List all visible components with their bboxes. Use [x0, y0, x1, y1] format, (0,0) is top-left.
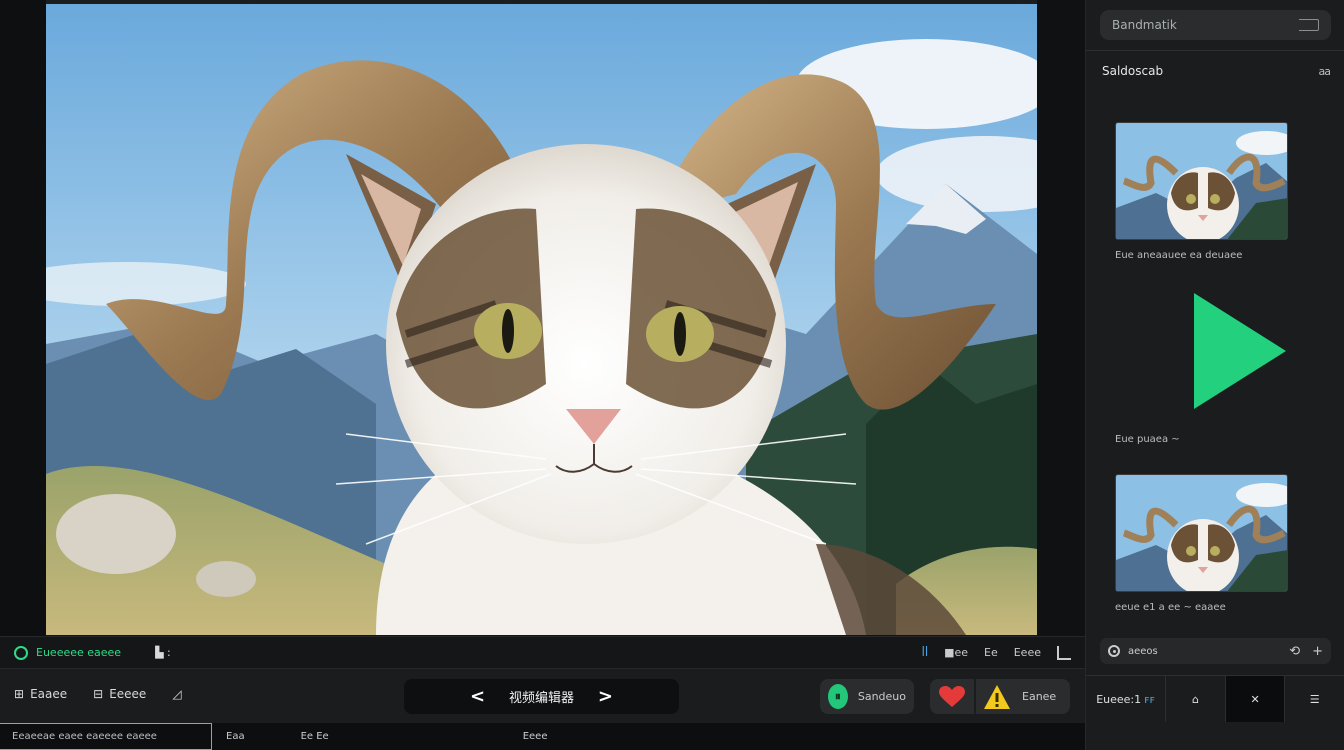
tab-home-icon[interactable]: ⌂ — [1166, 676, 1226, 722]
warning-button[interactable]: Eanee — [976, 679, 1070, 714]
timeline-item[interactable]: Eaa — [226, 731, 245, 742]
media-sidebar: Bandmatik Saldoscab aa Eue aneaauee ea d… — [1085, 0, 1344, 750]
toolbar-item-1[interactable]: ⊞ Eaaee — [14, 687, 67, 701]
tab-first-label: Eueee:1 — [1096, 692, 1142, 706]
status-ring-icon — [14, 645, 28, 660]
thumbnail-caption: eeue e1 a ee ~ eaaee — [1115, 602, 1226, 613]
timeline-items: Eaa Ee Ee Eeee — [226, 723, 603, 750]
render-button-label: Sandeuo — [857, 690, 906, 703]
status-right-tools: ꟾꟾ ■ee Ee Eeee — [922, 645, 1071, 660]
warning-button-label: Eanee — [1022, 690, 1057, 703]
corner-icon[interactable] — [1057, 645, 1071, 660]
toolbar-item-2[interactable]: ⊟ Eeeee — [93, 687, 146, 701]
tab-first[interactable]: Eueee:1 ꜰꜰ — [1086, 676, 1167, 722]
plus-icon[interactable]: + — [1312, 644, 1323, 659]
warning-icon — [984, 684, 1010, 709]
sidebar-section-action[interactable]: aa — [1319, 65, 1332, 78]
status-bar: Eueeeee eaeee ▙ : ꟾꟾ ■ee Ee Eeee — [0, 636, 1085, 668]
sidebar-search[interactable]: Bandmatik — [1100, 10, 1331, 40]
tab-list-icon[interactable]: ☰ — [1285, 676, 1344, 722]
right-gutter — [1037, 0, 1085, 636]
media-thumbnail-1[interactable] — [1115, 122, 1288, 240]
toolbar-item-3[interactable]: ◿ — [172, 687, 187, 701]
sidebar-bottom-label: aeeos — [1128, 645, 1158, 657]
toolbar-item-1-label: Eaaee — [30, 687, 68, 701]
toolbar-left-group: ⊞ Eaaee ⊟ Eeeee ◿ — [14, 687, 188, 701]
timeline-track: Eeaeeae eaee eaeeee eaeee Eaa Ee Ee Eeee — [0, 723, 1085, 750]
grid-icon: ⊞ — [14, 687, 25, 701]
thumbnail-caption: Eue aneaauee ea deuaee — [1115, 250, 1243, 261]
status-tool-3[interactable]: Ee — [984, 646, 998, 659]
previous-button[interactable]: < — [470, 686, 485, 707]
media-thumbnail-2[interactable] — [1115, 474, 1288, 592]
timeline-active-label: Eeaeeae eaee eaeeee eaeee — [12, 731, 157, 742]
play-icon[interactable] — [1194, 293, 1286, 409]
thumbnail-image — [1116, 123, 1287, 239]
panel-toggle-icon[interactable] — [1299, 19, 1319, 31]
video-editor-app: Bandmatik Saldoscab aa Eue aneaauee ea d… — [0, 0, 1344, 750]
toolbar-item-2-label: Eeeee — [109, 687, 147, 701]
frame-icon: ⊟ — [93, 687, 104, 701]
thumbnail-image — [1116, 475, 1287, 591]
video-preview[interactable] — [46, 4, 1037, 635]
tab-cut-icon[interactable]: ✕ — [1225, 676, 1286, 722]
thumbnail-caption-mid: Eue puaea ~ — [1115, 434, 1180, 445]
divider — [1086, 50, 1344, 51]
next-button[interactable]: > — [598, 686, 613, 707]
triangle-icon: ◿ — [172, 687, 182, 701]
clip-navigator-label: 视频编辑器 — [508, 691, 574, 706]
sidebar-tabs: Eueee:1 ꜰꜰ ⌂ ✕ ☰ — [1086, 675, 1344, 722]
heart-icon — [939, 685, 965, 707]
status-tool-1[interactable]: ꟾꟾ — [922, 646, 929, 659]
sidebar-section-title: Saldoscab — [1102, 64, 1164, 78]
status-indicator[interactable]: Eueeeee eaeee — [14, 645, 122, 660]
sidebar-section-header: Saldoscab aa — [1102, 62, 1332, 80]
status-green-label: Eueeeee eaeee — [36, 646, 122, 659]
tab-first-accent: ꜰꜰ — [1144, 692, 1155, 706]
timeline-active-clip[interactable]: Eeaeeae eaee eaeeee eaeee — [0, 723, 212, 750]
rotate-icon[interactable]: ⟲ — [1289, 644, 1300, 659]
target-icon — [1108, 645, 1120, 657]
preview-frame-image — [46, 4, 1037, 635]
status-tool-2[interactable]: ■ee — [944, 646, 968, 659]
render-icon: ⏸ — [828, 684, 848, 709]
status-tool-4[interactable]: Eeee — [1014, 646, 1041, 659]
sidebar-search-label: Bandmatik — [1112, 18, 1177, 32]
sidebar-bottom-bar[interactable]: aeeos ⟲ + — [1100, 638, 1331, 664]
timeline-item[interactable]: Eeee — [523, 731, 548, 742]
timeline-item[interactable]: Ee Ee — [301, 731, 329, 742]
render-button[interactable]: ⏸ Sandeuo — [820, 679, 914, 714]
main-toolbar: ⊞ Eaaee ⊟ Eeeee ◿ < 视频编辑器 > ⏸ Sandeuo Eane… — [0, 668, 1085, 723]
status-text: ▙ : — [155, 646, 171, 659]
left-gutter — [0, 0, 46, 636]
favorite-button[interactable] — [930, 679, 974, 714]
clip-navigator: < 视频编辑器 > — [404, 679, 679, 714]
